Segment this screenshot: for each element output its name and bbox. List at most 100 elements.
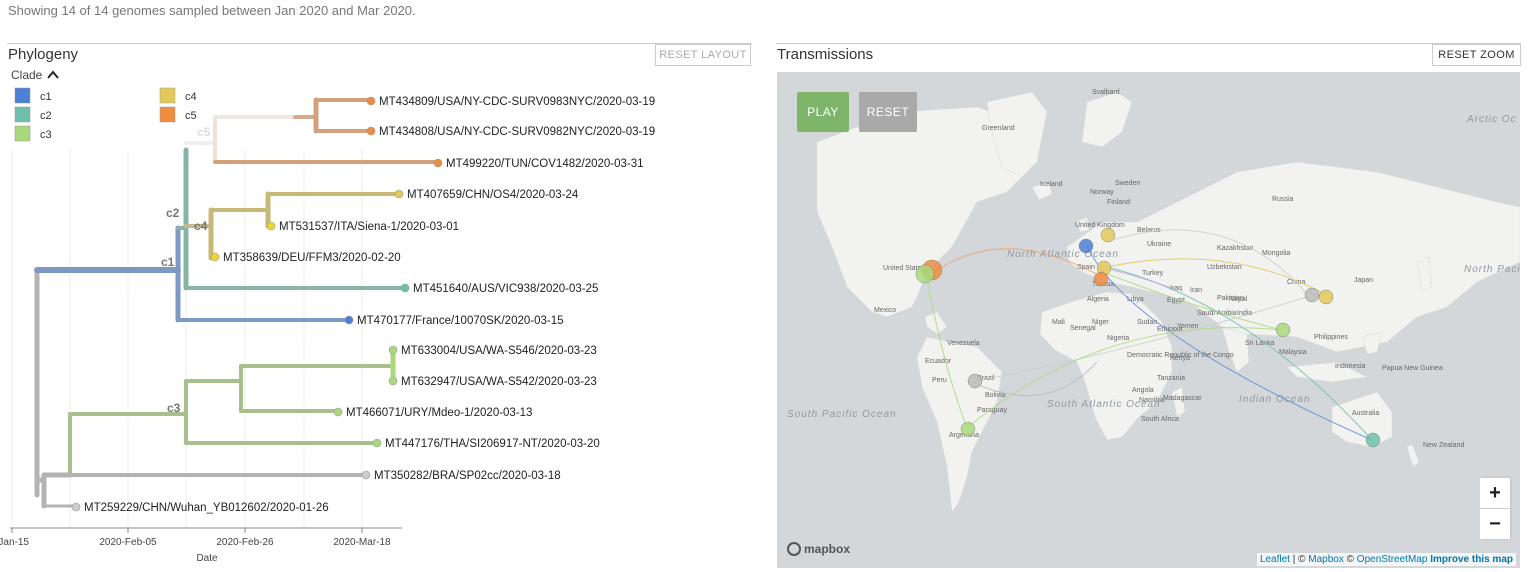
location-node[interactable] bbox=[915, 264, 935, 284]
map-label: North Pacific Ocean bbox=[1464, 264, 1520, 275]
map-label: Kazakhstan bbox=[1217, 245, 1254, 252]
location-node[interactable] bbox=[1304, 287, 1320, 303]
improve-map-link[interactable]: Improve this map bbox=[1430, 554, 1513, 565]
mapbox-link[interactable]: Mapbox bbox=[1308, 554, 1344, 565]
phylogeny-header-divider bbox=[7, 43, 752, 44]
tip-node[interactable] bbox=[372, 438, 382, 448]
location-node[interactable] bbox=[1318, 289, 1334, 305]
tip-node[interactable] bbox=[210, 252, 220, 262]
axis-tick-label: 2020-Mar-18 bbox=[333, 537, 391, 548]
tree-labels: MT434809/USA/NY-CDC-SURV0983NYC/2020-03-… bbox=[84, 96, 655, 514]
map-label: Indian Ocean bbox=[1239, 394, 1311, 405]
tip-label: MT259229/CHN/Wuhan_YB012602/2020-01-26 bbox=[84, 502, 329, 514]
attrib-sep-2: © bbox=[1343, 554, 1357, 565]
clade-label-c3: c3 bbox=[167, 401, 181, 415]
tip-node[interactable] bbox=[361, 470, 371, 480]
axis-tick-label: -Jan-15 bbox=[0, 537, 29, 548]
map-label: Tanzania bbox=[1157, 375, 1185, 382]
map-label: Nepal bbox=[1229, 296, 1248, 303]
tip-label: MT466071/URY/Mdeo-1/2020-03-13 bbox=[346, 407, 532, 419]
map-label: New Zealand bbox=[1423, 442, 1464, 449]
tip-node[interactable] bbox=[400, 283, 410, 293]
map-label: Algeria bbox=[1087, 296, 1109, 303]
osm-link[interactable]: OpenStreetMap bbox=[1357, 554, 1428, 565]
map-label: Spain bbox=[1077, 264, 1095, 271]
tip-node[interactable] bbox=[394, 189, 404, 199]
chevron-up-icon[interactable] bbox=[47, 70, 59, 79]
tip-node[interactable] bbox=[433, 158, 443, 168]
land-shape bbox=[1406, 443, 1420, 468]
legend-swatch[interactable] bbox=[14, 106, 31, 123]
play-button[interactable]: PLAY bbox=[797, 92, 849, 132]
clade-toggle[interactable]: Clade bbox=[11, 68, 43, 82]
tip-label: MT632947/USA/WA-S542/2020-03-23 bbox=[401, 376, 597, 388]
reset-layout-button[interactable]: RESET LAYOUT bbox=[655, 44, 751, 66]
clade-label-c2: c2 bbox=[166, 206, 180, 220]
map-label: Indonesia bbox=[1335, 363, 1365, 370]
land-shape bbox=[1171, 386, 1186, 418]
legend-label: c5 bbox=[185, 110, 197, 122]
tip-node[interactable] bbox=[333, 407, 343, 417]
attrib-sep-1: | © bbox=[1289, 554, 1309, 565]
tip-node[interactable] bbox=[388, 345, 398, 355]
leaflet-link[interactable]: Leaflet bbox=[1260, 554, 1290, 565]
tip-label: MT434809/USA/NY-CDC-SURV0983NYC/2020-03-… bbox=[379, 96, 655, 108]
map-label: United Kingdom bbox=[1075, 222, 1125, 229]
legend-label: c2 bbox=[40, 110, 52, 122]
map-label: Ecuador bbox=[925, 358, 952, 365]
tip-label: MT531537/ITA/Siena-1/2020-03-01 bbox=[279, 221, 459, 233]
tip-node[interactable] bbox=[71, 502, 81, 512]
location-node[interactable] bbox=[967, 373, 983, 389]
location-node[interactable] bbox=[1275, 322, 1291, 338]
map-label: Mexico bbox=[874, 307, 896, 314]
axis-tick-label: 2020-Feb-05 bbox=[99, 537, 157, 548]
phylogeny-tree: MT434809/USA/NY-CDC-SURV0983NYC/2020-03-… bbox=[0, 68, 655, 564]
map-label: Mali bbox=[1052, 319, 1065, 326]
location-node[interactable] bbox=[1100, 227, 1116, 243]
transmissions-header-divider bbox=[776, 43, 1521, 44]
tip-node[interactable] bbox=[366, 96, 376, 106]
land-shape bbox=[1221, 326, 1250, 373]
land-shape bbox=[1331, 391, 1393, 448]
zoom-in-button[interactable]: + bbox=[1480, 478, 1510, 509]
transmission-map[interactable]: Svalbard Greenland Iceland Sweden Norway Finl… bbox=[777, 72, 1520, 568]
map-canvas[interactable]: Svalbard Greenland Iceland SwedenNorway Finl… bbox=[777, 72, 1520, 568]
axis-tick-label: 2020-Feb-26 bbox=[216, 537, 274, 548]
clade-label-c4: c4 bbox=[194, 219, 208, 233]
location-node[interactable] bbox=[1093, 271, 1109, 287]
summary-text: Showing 14 of 14 genomes sampled between… bbox=[8, 3, 416, 18]
location-node[interactable] bbox=[1078, 238, 1094, 254]
tip-node[interactable] bbox=[344, 315, 354, 325]
map-label: South Atlantic Ocean bbox=[1047, 399, 1161, 410]
tip-node[interactable] bbox=[366, 126, 376, 136]
map-label: Philippines bbox=[1314, 334, 1348, 341]
zoom-control: + − bbox=[1480, 476, 1512, 540]
tip-label: MT350282/BRA/SP02cc/2020-03-18 bbox=[374, 470, 561, 482]
land-shape bbox=[1081, 91, 1133, 148]
map-label: Peru bbox=[932, 377, 947, 384]
map-label: Ukraine bbox=[1147, 241, 1171, 248]
tip-node[interactable] bbox=[388, 376, 398, 386]
map-label: Kenya bbox=[1170, 355, 1190, 362]
map-label: Finland bbox=[1107, 199, 1130, 206]
map-label: Uzbekistan bbox=[1207, 264, 1242, 271]
legend-label: c4 bbox=[185, 91, 197, 103]
reset-button[interactable]: RESET bbox=[859, 92, 917, 132]
location-node[interactable] bbox=[960, 421, 976, 437]
tip-node[interactable] bbox=[266, 221, 276, 231]
legend-swatch[interactable] bbox=[14, 125, 31, 142]
tip-label: MT499220/TUN/COV1482/2020-03-31 bbox=[446, 158, 644, 170]
tip-label: MT633004/USA/WA-S546/2020-03-23 bbox=[401, 345, 597, 357]
legend-swatch[interactable] bbox=[159, 87, 176, 104]
reset-zoom-button[interactable]: RESET ZOOM bbox=[1432, 44, 1521, 66]
tip-label: MT470177/France/10070SK/2020-03-15 bbox=[357, 315, 564, 327]
location-node[interactable] bbox=[1365, 432, 1381, 448]
clade-label-c1: c1 bbox=[161, 255, 175, 269]
zoom-out-button[interactable]: − bbox=[1480, 509, 1510, 539]
map-label: Mongolia bbox=[1262, 250, 1291, 257]
legend-swatch[interactable] bbox=[14, 87, 31, 104]
legend-swatch[interactable] bbox=[159, 106, 176, 123]
map-label: South Pacific Ocean bbox=[787, 409, 897, 420]
map-label: Norway bbox=[1090, 189, 1114, 196]
map-label: Venezuela bbox=[947, 340, 980, 347]
